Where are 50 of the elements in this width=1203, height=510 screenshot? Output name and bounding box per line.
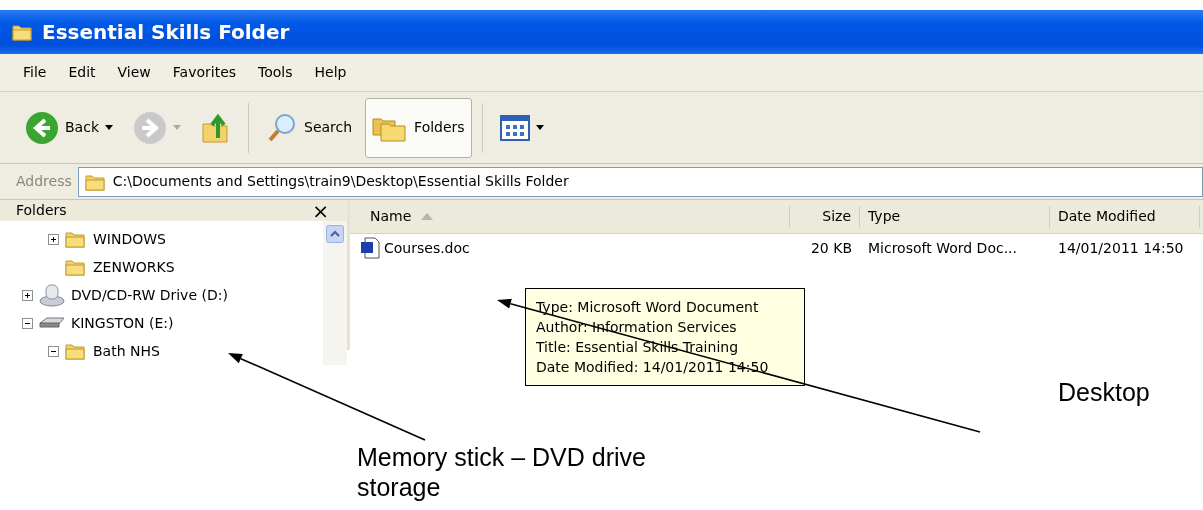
menu-item[interactable]: Favorites: [163, 62, 250, 83]
column-header[interactable]: Type: [860, 205, 1050, 228]
menu-item[interactable]: File: [14, 62, 60, 83]
folder-icon: [65, 229, 87, 249]
date-modified: 14/01/2011 14:50: [1057, 238, 1185, 258]
tooltip-line: Type: Microsoft Word Document: [536, 298, 760, 317]
collapse-icon[interactable]: [48, 345, 59, 357]
menu-item[interactable]: Edit: [59, 62, 109, 83]
close-button[interactable]: ×: [312, 200, 329, 221]
expand-icon[interactable]: [48, 233, 59, 245]
search-icon: [266, 111, 298, 144]
address-field[interactable]: C:\Documents and Settings\train9\Desktop\Essential Skills Folder: [77, 166, 1203, 197]
menu-item[interactable]: Tools: [249, 62, 306, 83]
dropdown-caret-icon: [535, 125, 544, 130]
menu-item[interactable]: Help: [305, 62, 360, 83]
tooltip-line: Author: Information Services: [536, 318, 738, 337]
drive-icon: [39, 316, 65, 330]
tree-item[interactable]: DVD/CD-RW Drive (D:): [71, 284, 228, 306]
column-header[interactable]: Name: [350, 205, 790, 228]
file-size: 20 KB: [809, 238, 853, 258]
folder-up-arrow-icon: [201, 111, 231, 144]
window-title: Essential Skills Folder: [42, 19, 290, 46]
tree-item[interactable]: ZENWORKS: [93, 256, 175, 278]
scroll-up-icon[interactable]: [326, 225, 344, 243]
annotation-text: Memory stick – DVD drive storage: [357, 442, 647, 502]
annotation-text: Desktop: [1058, 377, 1151, 407]
collapse-icon[interactable]: [22, 317, 33, 329]
search-button[interactable]: Search: [259, 106, 360, 149]
dropdown-caret-icon: [173, 125, 181, 130]
column-header[interactable]: Date Modified: [1050, 205, 1200, 228]
scrollbar[interactable]: [323, 221, 347, 365]
folder-icon: [12, 22, 34, 42]
word-document-icon: [360, 237, 380, 259]
tree-item[interactable]: KINGSTON (E:): [71, 312, 174, 334]
folder-icon: [65, 257, 87, 277]
file-name[interactable]: Courses.doc: [384, 237, 470, 259]
cd-drive-icon: [39, 283, 65, 307]
expand-icon[interactable]: [22, 289, 33, 301]
menu-item[interactable]: View: [108, 62, 164, 83]
back-button[interactable]: Back: [18, 105, 120, 150]
pane-title: Folders: [16, 201, 67, 220]
folders-button[interactable]: Folders: [365, 97, 472, 158]
tree-item[interactable]: WINDOWS: [93, 228, 166, 250]
file-type: Microsoft Word Doc...: [867, 238, 1018, 258]
dropdown-caret-icon: [105, 125, 113, 130]
folder-icon: [65, 341, 87, 361]
address-label: Address: [16, 172, 72, 191]
column-header[interactable]: Size: [790, 205, 860, 228]
grid-icon: [499, 114, 530, 141]
tree-item[interactable]: Bath NHS: [93, 340, 160, 362]
